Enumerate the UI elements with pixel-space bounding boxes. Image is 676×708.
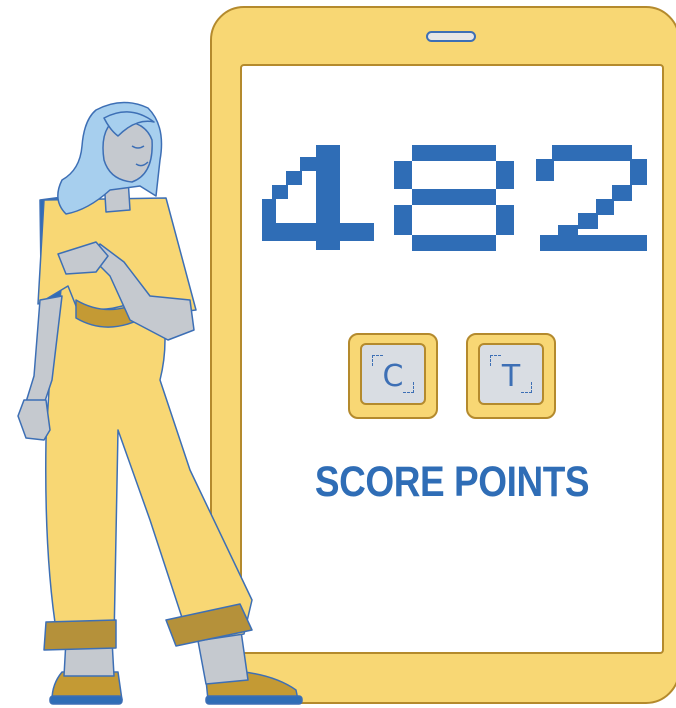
shoe-right-sole [205,695,303,705]
woman-illustration [17,101,303,705]
face [102,120,153,183]
hand-left [17,399,51,441]
shoe-left-sole [49,695,123,705]
cuff-left [43,619,117,651]
